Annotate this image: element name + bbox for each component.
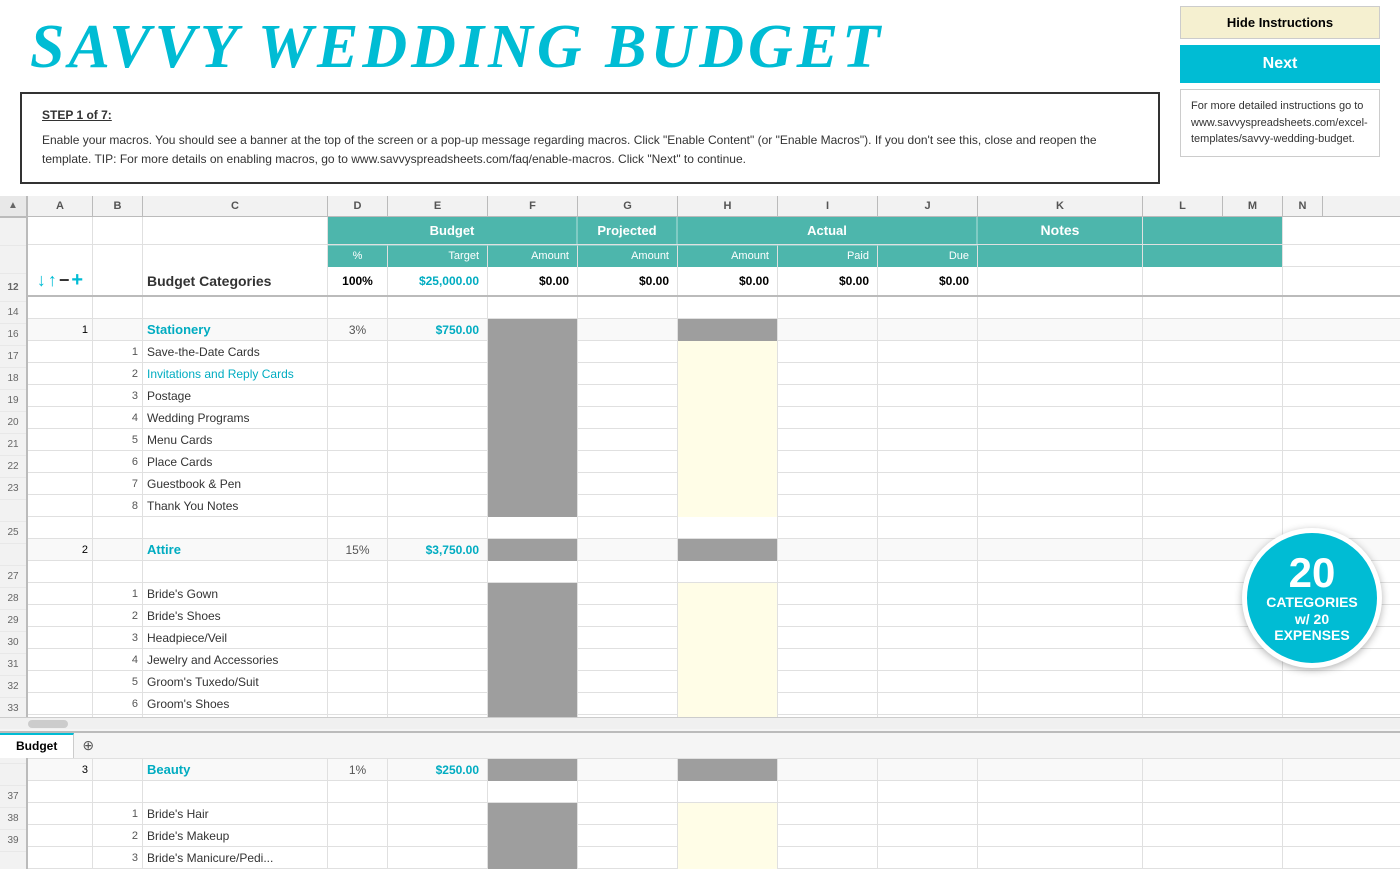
col-K: K: [978, 196, 1143, 216]
col-M: M: [1223, 196, 1283, 216]
header-row-1: Budget Projected Actual Notes: [28, 217, 1400, 245]
spacer-26: [28, 561, 1400, 583]
step-label: STEP 1 of 7:: [42, 106, 1138, 125]
projected-header: Projected: [578, 217, 678, 244]
plus-icon[interactable]: +: [71, 269, 83, 292]
stationery-item-2: 2 Invitations and Reply Cards: [28, 363, 1400, 385]
col-A: A: [28, 196, 93, 216]
target-subheader: Target: [388, 245, 488, 267]
attire-item-3: 3 Headpiece/Veil: [28, 627, 1400, 649]
notes-total: [978, 267, 1143, 295]
attire-item-4: 4 Jewelry and Accessories: [28, 649, 1400, 671]
budget-categories-label: Budget Categories: [143, 267, 328, 295]
total-budget-amount: $0.00: [488, 267, 578, 295]
budget-amount-subheader: Amount: [488, 245, 578, 267]
paid-subheader: Paid: [778, 245, 878, 267]
attire-label: Attire: [143, 539, 328, 561]
actual-header: Actual: [678, 217, 978, 244]
instructions-box: STEP 1 of 7: Enable your macros. You sho…: [20, 92, 1160, 184]
col-G: G: [578, 196, 678, 216]
stationery-item-8: 8 Thank You Notes: [28, 495, 1400, 517]
stationery-item-4: 4 Wedding Programs: [28, 407, 1400, 429]
category-row-beauty: 3 Beauty 1% $250.00: [28, 759, 1400, 781]
beauty-label: Beauty: [143, 759, 328, 781]
stationery-label: Stationery: [143, 319, 328, 341]
instructions-text: Enable your macros. You should see a ban…: [42, 131, 1138, 169]
header-row-2: % Target Amount Amount Amount Paid Due: [28, 245, 1400, 267]
total-target: $25,000.00: [388, 267, 488, 295]
row-labels: ▲ 12 14 16 17 18 19 20 21 22 23 25 27 28…: [0, 196, 28, 869]
sidebar-info: For more detailed instructions go to www…: [1180, 89, 1380, 157]
category-row-stationery: 1 Stationery 3% $750.00: [28, 319, 1400, 341]
stationery-item-1: 1 Save-the-Date Cards: [28, 341, 1400, 363]
beauty-item-3: 3 Bride's Manicure/Pedi...: [28, 847, 1400, 869]
projected-amount-subheader: Amount: [578, 245, 678, 267]
col-J: J: [878, 196, 978, 216]
col-C: C: [143, 196, 328, 216]
badge-expenses: EXPENSES: [1274, 627, 1349, 644]
col-H: H: [678, 196, 778, 216]
categories-badge: 20 CATEGORIES w/ 20 EXPENSES: [1242, 528, 1382, 668]
col-F: F: [488, 196, 578, 216]
budget-tab[interactable]: Budget: [0, 733, 74, 758]
col-D: D: [328, 196, 388, 216]
attire-item-5: 5 Groom's Tuxedo/Suit: [28, 671, 1400, 693]
col-L: L: [1143, 196, 1223, 216]
hide-instructions-button[interactable]: Hide Instructions: [1180, 6, 1380, 39]
stationery-item-3: 3 Postage: [28, 385, 1400, 407]
page-title: SAVVY WEDDING BUDGET: [10, 6, 1170, 88]
scroll-bar[interactable]: [0, 717, 1400, 729]
actual-amount-subheader: Amount: [678, 245, 778, 267]
stationery-item-5: 5 Menu Cards: [28, 429, 1400, 451]
category-row-attire: 2 Attire 15% $3,750.00: [28, 539, 1400, 561]
bottom-bar: Budget ⊕: [0, 717, 1400, 758]
total-projected-amount: $0.00: [578, 267, 678, 295]
col-N: N: [1283, 196, 1323, 216]
next-button[interactable]: Next: [1180, 45, 1380, 83]
total-due: $0.00: [878, 267, 978, 295]
minus-icon[interactable]: −: [59, 270, 70, 291]
due-subheader: Due: [878, 245, 978, 267]
col-I: I: [778, 196, 878, 216]
total-paid: $0.00: [778, 267, 878, 295]
pct-subheader: %: [328, 245, 388, 267]
beauty-item-1: 1 Bride's Hair: [28, 803, 1400, 825]
arrow-up-icon[interactable]: ↑: [48, 270, 57, 291]
col-E: E: [388, 196, 488, 216]
spacer-25a: [28, 517, 1400, 539]
attire-item-2: 2 Bride's Shoes: [28, 605, 1400, 627]
column-headers: A B C D E F G H I J K L M N: [28, 196, 1400, 217]
budget-header: Budget: [328, 217, 578, 244]
arrow-down-icon[interactable]: ↓: [37, 270, 46, 291]
badge-w20: w/ 20: [1295, 611, 1329, 628]
stationery-item-6: 6 Place Cards: [28, 451, 1400, 473]
badge-number: 20: [1289, 552, 1336, 594]
spacer-36: [28, 781, 1400, 803]
attire-item-1: 1 Bride's Gown: [28, 583, 1400, 605]
attire-item-6: 6 Groom's Shoes: [28, 693, 1400, 715]
stationery-item-7: 7 Guestbook & Pen: [28, 473, 1400, 495]
add-tab-button[interactable]: ⊕: [74, 733, 102, 758]
total-actual-amount: $0.00: [678, 267, 778, 295]
badge-categories: CATEGORIES: [1266, 594, 1358, 611]
beauty-item-2: 2 Bride's Makeup: [28, 825, 1400, 847]
total-pct: 100%: [328, 267, 388, 295]
notes-header: Notes: [978, 217, 1143, 244]
spacer-row-14: [28, 297, 1400, 319]
col-B: B: [93, 196, 143, 216]
totals-row: ↓ ↑ − + Budget Categories 100% $25,000.0…: [28, 267, 1400, 297]
